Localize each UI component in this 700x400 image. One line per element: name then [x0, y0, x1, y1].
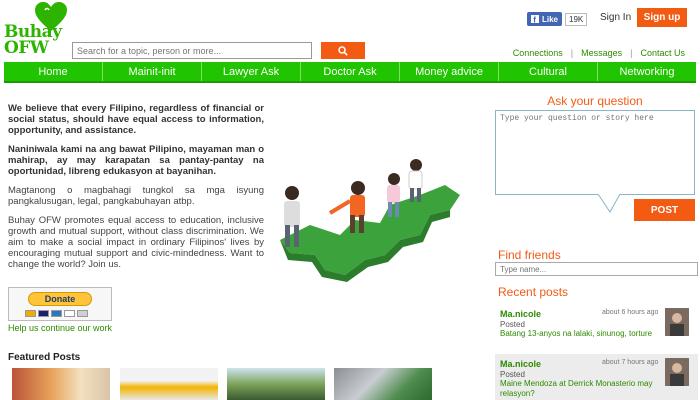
avatar-image [665, 308, 689, 336]
avatar-image [665, 358, 689, 386]
bank-card-icon [77, 310, 88, 317]
post-button[interactable]: POST [634, 199, 695, 221]
search-input[interactable] [72, 42, 312, 59]
search-icon [338, 45, 348, 56]
nav-item-networking[interactable]: Networking [598, 62, 696, 81]
visa-icon [38, 310, 49, 317]
facebook-like-count: 19K [565, 12, 588, 26]
speech-bubble-tail [598, 194, 621, 213]
nav-item-home[interactable]: Home [4, 62, 103, 81]
featured-post-thumbnail[interactable] [227, 368, 325, 400]
top-links: Connections | Messages | Contact Us [513, 48, 685, 58]
post-time: about 7 hours ago [602, 359, 659, 366]
post-title[interactable]: Batang 13-anyos na lalaki, sinunog, tort… [500, 329, 662, 339]
mastercard-icon [25, 310, 36, 317]
facebook-like-widget[interactable]: f Like 19K [527, 12, 588, 26]
facebook-like-button[interactable]: f Like [527, 12, 563, 26]
divider: | [570, 48, 574, 58]
discover-icon [64, 310, 75, 317]
people-on-map-illustration [280, 159, 460, 282]
sign-up-button[interactable]: Sign up [637, 8, 687, 27]
main-nav: Home Mainit-init Lawyer Ask Doctor Ask M… [4, 62, 696, 83]
site-logo[interactable]: Buhay OFW [4, 2, 67, 62]
post-author[interactable]: Ma.nicole [500, 309, 541, 319]
payment-cards [25, 310, 88, 317]
search-button[interactable] [321, 42, 365, 59]
featured-post-thumbnail[interactable] [12, 368, 110, 400]
post-title[interactable]: Maine Mendoza at Derrick Monasterio may … [500, 379, 662, 399]
sign-in-link[interactable]: Sign In [600, 12, 631, 23]
nav-item-cultural[interactable]: Cultural [499, 62, 598, 81]
donate-caption[interactable]: Help us continue our work [8, 323, 112, 333]
donate-button[interactable]: Donate [28, 292, 92, 306]
intro-invite: Magtanong o magbahagi tungkol sa mga isy… [8, 185, 264, 207]
avatar[interactable] [665, 308, 689, 336]
logo-text: Buhay OFW [4, 22, 62, 58]
divider: | [630, 48, 633, 58]
intro-about: Buhay OFW promotes equal access to educa… [8, 215, 264, 270]
mission-filipino: Naniniwala kami na ang bawat Pilipino, m… [8, 144, 264, 177]
post-action: Posted [500, 370, 525, 379]
nav-item-lawyer-ask[interactable]: Lawyer Ask [202, 62, 301, 81]
facebook-like-label: Like [542, 14, 559, 24]
post-time: about 6 hours ago [602, 309, 659, 316]
nav-item-doctor-ask[interactable]: Doctor Ask [301, 62, 400, 81]
find-friends-heading: Find friends [498, 248, 561, 262]
post-author[interactable]: Ma.nicole [500, 359, 541, 369]
connections-link[interactable]: Connections [513, 48, 563, 58]
featured-posts-heading: Featured Posts [8, 352, 81, 363]
nav-item-money-advice[interactable]: Money advice [400, 62, 499, 81]
featured-post-thumbnail[interactable] [334, 368, 432, 400]
amex-icon [51, 310, 62, 317]
recent-post-item[interactable]: Ma.nicole about 6 hours ago Posted Batan… [495, 304, 698, 352]
find-friends-input[interactable] [495, 262, 698, 276]
donate-widget: Donate [8, 287, 112, 321]
post-action: Posted [500, 320, 525, 329]
avatar[interactable] [665, 358, 689, 386]
facebook-icon: f [531, 15, 539, 23]
mission-english: We believe that every Filipino, regardle… [8, 103, 264, 136]
recent-posts-heading: Recent posts [498, 285, 569, 299]
contact-us-link[interactable]: Contact Us [640, 48, 685, 58]
question-textarea[interactable] [495, 110, 695, 195]
recent-post-item[interactable]: Ma.nicole about 7 hours ago Posted Maine… [495, 354, 698, 400]
featured-post-thumbnail[interactable] [120, 368, 218, 400]
intro-text: We believe that every Filipino, regardle… [8, 103, 264, 278]
svg-text:f: f [533, 16, 536, 24]
messages-link[interactable]: Messages [581, 48, 622, 58]
nav-item-mainit-init[interactable]: Mainit-init [103, 62, 202, 81]
ask-question-heading: Ask your question [547, 94, 643, 108]
